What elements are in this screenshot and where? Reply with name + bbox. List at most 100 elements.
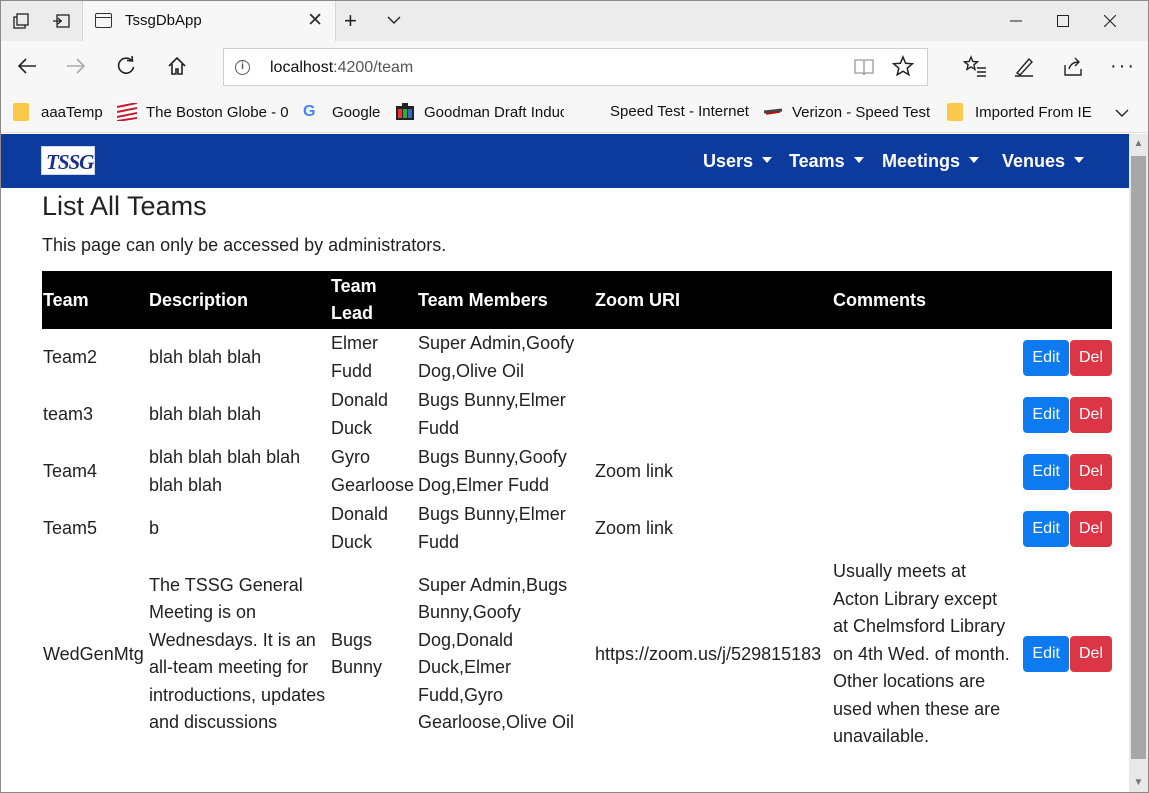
browser-window: TssgDbApp ✕ + i localhost:4200/team ··· …: [0, 0, 1149, 793]
cell-team: WedGenMtg: [43, 643, 144, 664]
reading-view-icon[interactable]: [854, 58, 874, 81]
favorites-list-icon[interactable]: [956, 47, 994, 85]
cell-comments: [832, 386, 1015, 443]
favorite-google[interactable]: G Google: [303, 103, 380, 121]
cell-actions: Edit Del: [1015, 557, 1112, 752]
edit-button[interactable]: Edit: [1023, 510, 1069, 547]
delete-button[interactable]: Del: [1069, 453, 1112, 490]
tab-title: TssgDbApp: [125, 12, 202, 29]
edit-button[interactable]: Edit: [1023, 339, 1069, 376]
new-tab-icon[interactable]: +: [344, 8, 357, 34]
pen-notes-icon[interactable]: [1005, 47, 1043, 85]
edit-button[interactable]: Edit: [1023, 396, 1069, 433]
cell-members: Bugs Bunny,Goofy Dog,Elmer Fudd: [418, 447, 567, 495]
cell-description: The TSSG General Meeting is on Wednesday…: [149, 574, 326, 733]
delete-button[interactable]: Del: [1069, 339, 1112, 376]
chevron-down-icon[interactable]: [386, 12, 402, 33]
menu-venues[interactable]: Venues: [1002, 151, 1085, 172]
cell-members: Bugs Bunny,Elmer Fudd: [418, 504, 566, 552]
caret-down-icon: [1074, 157, 1085, 164]
verizon-icon: [763, 103, 783, 121]
maximize-button[interactable]: [1040, 1, 1086, 41]
cell-actions: Edit Del: [1015, 386, 1112, 443]
col-header-team-members: Team Members: [417, 271, 594, 329]
cell-zoom: [594, 329, 832, 386]
cell-description: blah blah blah blah blah blah: [149, 447, 301, 495]
cell-zoom[interactable]: https://zoom.us/j/529815183: [594, 557, 832, 752]
col-header-team: Team: [42, 271, 148, 329]
tab-actions-icon[interactable]: [1, 1, 41, 41]
table-header-row: Team Description Team Lead Team Members …: [42, 271, 1112, 329]
url-text[interactable]: localhost:4200/team: [270, 59, 413, 77]
table-row: Team2 blah blah blah Elmer Fudd Super Ad…: [42, 329, 1112, 386]
info-icon[interactable]: i: [235, 60, 250, 75]
caret-down-icon: [853, 157, 864, 164]
favorite-aaatemp[interactable]: aaaTemp: [13, 103, 103, 121]
share-icon[interactable]: [1054, 47, 1092, 85]
tab-active[interactable]: TssgDbApp ✕: [82, 1, 336, 41]
favorite-speed-test[interactable]: Speed Test - Internet: [610, 103, 749, 120]
page-note: This page can only be accessed by admini…: [42, 235, 447, 255]
tssg-logo[interactable]: TSSG: [41, 146, 95, 175]
favorite-star-icon[interactable]: [891, 55, 915, 82]
cell-comments: Usually meets at Acton Library except at…: [833, 561, 1010, 746]
cell-members: Bugs Bunny,Elmer Fudd: [418, 390, 566, 438]
app-navbar: TSSG Users Teams Meetings Venues: [1, 134, 1129, 188]
menu-meetings[interactable]: Meetings: [882, 151, 980, 172]
cell-comments: [832, 500, 1015, 557]
favorite-verizon[interactable]: Verizon - Speed Test: [763, 103, 930, 121]
favorite-goodman[interactable]: Goodman Draft Induc: [395, 103, 564, 121]
forward-icon[interactable]: [57, 47, 95, 85]
tab-bar: TssgDbApp ✕ +: [1, 1, 1148, 41]
refresh-icon[interactable]: [107, 47, 145, 85]
col-header-zoom-uri: Zoom URI: [594, 271, 832, 329]
folder-icon: [947, 103, 963, 121]
cell-zoom[interactable]: Zoom link: [594, 500, 832, 557]
delete-button[interactable]: Del: [1069, 396, 1112, 433]
table-row: team3 blah blah blah Donald Duck Bugs Bu…: [42, 386, 1112, 443]
delete-button[interactable]: Del: [1069, 636, 1112, 673]
col-header-description: Description: [148, 271, 330, 329]
minimize-button[interactable]: [993, 1, 1039, 41]
teams-table: Team Description Team Lead Team Members …: [42, 271, 1112, 752]
cell-team: team3: [43, 403, 94, 424]
navigation-bar: i localhost:4200/team ···: [1, 41, 1148, 93]
cell-team: Team2: [43, 346, 98, 367]
favorite-imported-from-ie[interactable]: Imported From IE: [947, 103, 1092, 121]
address-bar[interactable]: i localhost:4200/team: [223, 48, 928, 86]
edit-button[interactable]: Edit: [1023, 453, 1069, 490]
scroll-down-arrow-icon[interactable]: ▼: [1129, 773, 1148, 792]
page-title: List All Teams: [42, 191, 207, 221]
cell-description: b: [149, 517, 160, 538]
close-window-button[interactable]: [1087, 1, 1133, 41]
back-icon[interactable]: [8, 47, 46, 85]
set-tabs-aside-icon[interactable]: [41, 1, 81, 41]
cell-members: Super Admin,Goofy Dog,Olive Oil: [418, 333, 575, 381]
home-icon[interactable]: [158, 47, 196, 85]
col-header-comments: Comments: [832, 271, 1015, 329]
cell-team: Team5: [43, 517, 98, 538]
edit-button[interactable]: Edit: [1023, 636, 1069, 673]
cell-comments: [832, 329, 1015, 386]
tab-close-icon[interactable]: ✕: [307, 9, 323, 32]
favorites-overflow-chevron-icon[interactable]: [1114, 105, 1130, 121]
caret-down-icon: [762, 157, 773, 164]
folder-icon: [13, 103, 29, 121]
cell-lead: Gyro Gearloose: [331, 447, 415, 495]
cell-actions: Edit Del: [1015, 329, 1112, 386]
caret-down-icon: [969, 157, 980, 164]
vertical-scrollbar[interactable]: ▲ ▼: [1129, 134, 1148, 792]
cell-zoom[interactable]: Zoom link: [594, 443, 832, 500]
scroll-up-arrow-icon[interactable]: ▲: [1129, 134, 1148, 154]
favorite-boston-globe[interactable]: The Boston Globe - 0: [116, 102, 289, 122]
menu-teams[interactable]: Teams: [789, 151, 864, 172]
menu-users[interactable]: Users: [703, 151, 773, 172]
boston-globe-icon: [116, 102, 138, 122]
cell-lead: Bugs Bunny: [331, 629, 383, 678]
delete-button[interactable]: Del: [1069, 510, 1112, 547]
col-header-team-lead: Team Lead: [330, 271, 417, 329]
cell-actions: Edit Del: [1015, 500, 1112, 557]
scroll-thumb[interactable]: [1131, 156, 1146, 759]
more-options-icon[interactable]: ···: [1104, 47, 1142, 85]
cell-members: Super Admin,Bugs Bunny,Goofy Dog,Donald …: [418, 574, 575, 733]
